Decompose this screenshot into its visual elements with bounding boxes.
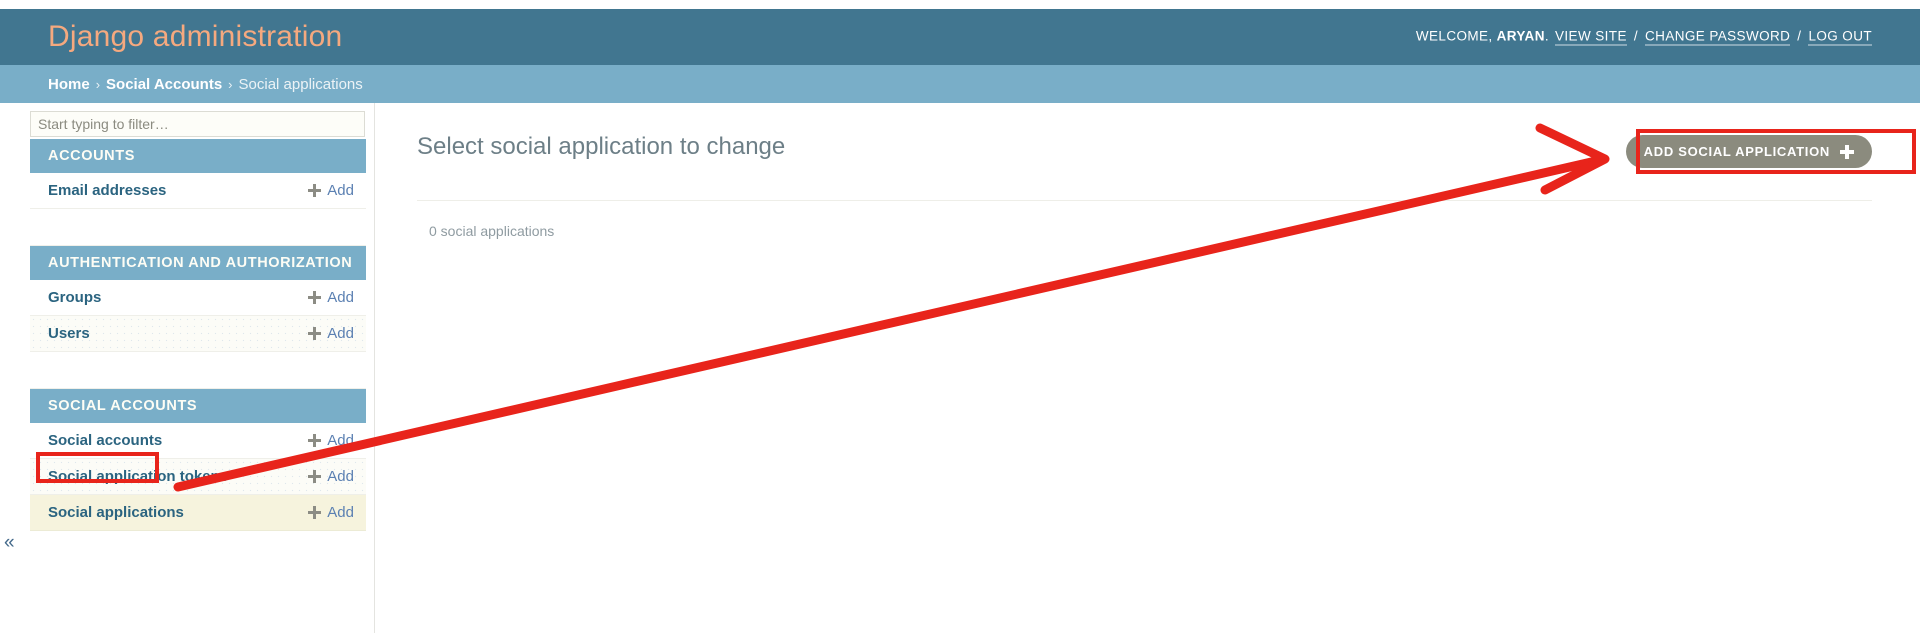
plus-icon	[308, 506, 322, 519]
sidebar-add-link[interactable]: Add	[308, 468, 354, 485]
sidebar-model-link[interactable]: Email addresses	[48, 182, 166, 199]
breadcrumb-separator-2: ›	[228, 76, 233, 92]
main-content: Select social application to change ADD …	[375, 103, 1920, 633]
breadcrumb: Home › Social Accounts › Social applicat…	[0, 65, 1920, 103]
sidebar-add-link[interactable]: Add	[308, 182, 354, 199]
user-tools-separator-2: /	[1797, 28, 1802, 44]
sidebar-model-link[interactable]: Social accounts	[48, 432, 162, 449]
add-social-application-label: ADD SOCIAL APPLICATION	[1643, 144, 1830, 159]
sidebar-model-row[interactable]: Users Add	[30, 316, 366, 352]
sidebar-model-row[interactable]: Social application tokens Add	[30, 459, 366, 495]
plus-icon	[1840, 144, 1854, 159]
nav-sidebar: « ACCOUNTSEmail addressesAddAUTHENTICATI…	[4, 103, 375, 633]
sidebar-add-link[interactable]: Add	[308, 504, 354, 521]
plus-icon	[308, 291, 322, 304]
sidebar-model-row[interactable]: Social applications Add	[30, 495, 366, 531]
sidebar-model-row[interactable]: Groups Add	[30, 280, 366, 316]
sidebar-app-block: SOCIAL ACCOUNTS Social accounts Add Social …	[22, 389, 374, 531]
sidebar-app-block: AUTHENTICATION AND AUTHORIZATION Groups Ad…	[22, 246, 374, 352]
sidebar-add-label: Add	[327, 182, 354, 199]
site-branding: Django administration	[48, 20, 343, 53]
sidebar-app-caption: SOCIAL ACCOUNTS	[30, 389, 366, 423]
username-label: ARYAN	[1496, 28, 1545, 44]
breadcrumb-separator-1: ›	[95, 76, 101, 92]
sidebar-add-link[interactable]: Add	[308, 325, 354, 342]
welcome-label: WELCOME,	[1415, 28, 1493, 44]
main-container: « ACCOUNTSEmail addressesAddAUTHENTICATI…	[0, 103, 1920, 633]
user-tools: WELCOME, ARYAN . VIEW SITE / CHANGE PASS…	[1416, 29, 1872, 46]
sidebar-add-label: Add	[327, 325, 354, 342]
sidebar-left-margin	[0, 103, 22, 633]
object-tools: ADD SOCIAL APPLICATION	[1625, 133, 1872, 168]
breadcrumb-home[interactable]: Home	[48, 76, 90, 93]
content-header: Select social application to change ADD …	[417, 133, 1872, 168]
view-site-link[interactable]: VIEW SITE	[1555, 29, 1627, 46]
page-title: Select social application to change	[417, 133, 786, 160]
sidebar-block-gap	[30, 209, 366, 246]
sidebar-model-row[interactable]: Email addresses Add	[30, 173, 366, 209]
user-tools-separator-1: /	[1633, 28, 1639, 44]
plus-icon	[308, 184, 322, 197]
sidebar-add-label: Add	[327, 468, 354, 485]
change-password-link[interactable]: CHANGE PASSWORD	[1645, 29, 1791, 46]
result-count: 0 social applications	[429, 223, 555, 239]
top-strip	[0, 0, 1920, 9]
sidebar-model-link[interactable]: Social applications	[48, 504, 184, 521]
log-out-link[interactable]: LOG OUT	[1808, 29, 1872, 46]
sidebar-add-label: Add	[327, 432, 354, 449]
sidebar-add-label: Add	[327, 289, 354, 306]
plus-icon	[308, 434, 322, 447]
sidebar-model-row[interactable]: Social accounts Add	[30, 423, 366, 459]
username-period: .	[1544, 28, 1549, 44]
sidebar-add-label: Add	[327, 504, 354, 521]
breadcrumb-current: Social applications	[238, 75, 363, 93]
sidebar-collapse-icon[interactable]: «	[4, 533, 15, 552]
plus-icon	[308, 327, 322, 340]
sidebar-filter-input[interactable]	[30, 111, 365, 137]
sidebar-app-block: ACCOUNTS Email addresses Add	[22, 139, 374, 209]
sidebar-add-link[interactable]: Add	[308, 432, 354, 449]
sidebar-filter-wrap	[22, 111, 374, 137]
sidebar-model-link[interactable]: Social application tokens	[48, 468, 228, 485]
sidebar-app-caption: ACCOUNTS	[30, 139, 366, 173]
sidebar-add-link[interactable]: Add	[308, 289, 354, 306]
add-social-application-button[interactable]: ADD SOCIAL APPLICATION	[1625, 135, 1872, 168]
sidebar-app-caption: AUTHENTICATION AND AUTHORIZATION	[30, 246, 366, 280]
sidebar-block-gap	[30, 352, 366, 389]
plus-icon	[308, 470, 322, 483]
sidebar-model-link[interactable]: Groups	[48, 289, 101, 306]
breadcrumb-social-accounts[interactable]: Social Accounts	[106, 76, 222, 93]
site-header: Django administration WELCOME, ARYAN . V…	[0, 9, 1920, 65]
sidebar-model-link[interactable]: Users	[48, 325, 90, 342]
